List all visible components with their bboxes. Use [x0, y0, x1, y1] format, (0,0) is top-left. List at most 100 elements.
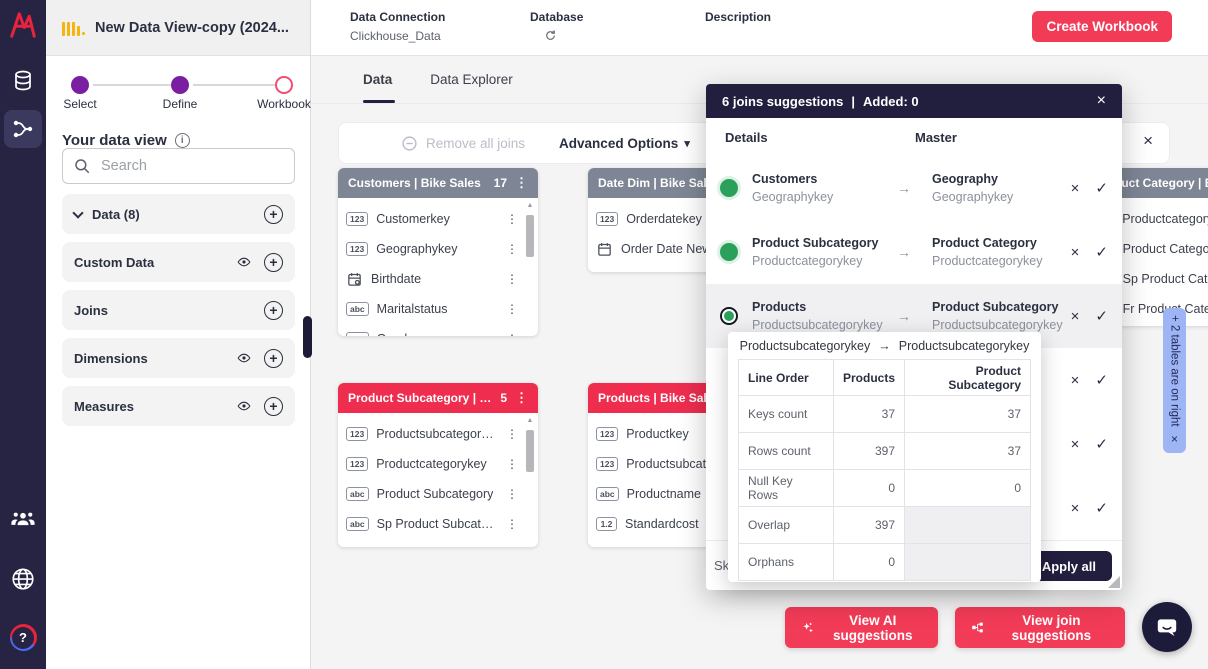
- detail-table: Customers: [752, 172, 890, 186]
- accept-join-icon[interactable]: ✓: [1095, 435, 1108, 453]
- modal-resize-handle[interactable]: [1108, 576, 1120, 588]
- table-card-product-subcategory[interactable]: Product Subcategory | Bike Sales 5 ⋮ 123…: [338, 383, 538, 547]
- database-icon[interactable]: [8, 66, 38, 96]
- field-name: Sp Product Category: [1123, 272, 1208, 286]
- step-select-circle[interactable]: [71, 76, 89, 94]
- chat-launcher[interactable]: [1142, 602, 1192, 652]
- reject-join-icon[interactable]: ×: [1071, 436, 1080, 453]
- master-key: Productcategorykey: [932, 254, 1064, 268]
- section-label: Custom Data: [74, 255, 154, 270]
- step-define-circle[interactable]: [171, 76, 189, 94]
- kebab-icon[interactable]: ⋮: [506, 272, 518, 286]
- panel-resize-handle[interactable]: [303, 316, 312, 358]
- field-row[interactable]: 123Geographykey⋮: [338, 234, 538, 264]
- remove-all-joins-button[interactable]: Remove all joins: [401, 135, 525, 152]
- kebab-icon[interactable]: ⋮: [506, 302, 518, 316]
- view-join-suggestions-label: View join suggestions: [994, 613, 1109, 643]
- add-icon[interactable]: +: [264, 301, 283, 320]
- accept-join-icon[interactable]: ✓: [1095, 371, 1108, 389]
- section-label: Data (8): [92, 207, 140, 222]
- field-row[interactable]: 123Productsubcategorykey⋮: [338, 419, 538, 449]
- view-ai-suggestions-button[interactable]: View AI suggestions: [785, 607, 938, 648]
- globe-icon[interactable]: [8, 564, 38, 594]
- view-join-suggestions-button[interactable]: View join suggestions: [955, 607, 1125, 648]
- kebab-icon[interactable]: ⋮: [506, 457, 518, 471]
- accept-join-icon[interactable]: ✓: [1095, 179, 1108, 197]
- kebab-icon[interactable]: ⋮: [506, 487, 518, 501]
- scroll-thumb[interactable]: [526, 430, 534, 472]
- data-connection-label: Data Connection: [350, 10, 445, 24]
- field-row[interactable]: 123Productcategorykey⋮: [338, 449, 538, 479]
- card-scrollbar[interactable]: ▲▼: [524, 202, 536, 336]
- decimal-type-icon: 1.2: [596, 517, 617, 532]
- add-icon[interactable]: +: [264, 253, 283, 272]
- accept-join-icon[interactable]: ✓: [1095, 307, 1108, 325]
- scroll-up-icon[interactable]: ▲: [527, 417, 534, 424]
- create-workbook-button[interactable]: Create Workbook: [1032, 11, 1172, 42]
- card-scrollbar[interactable]: ▲▼: [524, 417, 536, 547]
- add-icon[interactable]: +: [264, 205, 283, 224]
- field-row[interactable]: Birthdate⋮: [338, 264, 538, 294]
- field-name: Product Subcategory: [377, 487, 494, 501]
- kebab-icon[interactable]: ⋮: [515, 390, 528, 406]
- sidebar-section-data[interactable]: Data (8) +: [62, 194, 295, 234]
- kebab-icon[interactable]: ⋮: [515, 175, 528, 191]
- tab-data[interactable]: Data: [363, 56, 392, 103]
- users-icon[interactable]: [8, 504, 38, 534]
- eye-icon[interactable]: [234, 351, 254, 365]
- join-suggestion-row[interactable]: Product SubcategoryProductcategorykey → …: [706, 220, 1122, 284]
- field-row[interactable]: abcProduct Subcategory⋮: [338, 479, 538, 509]
- modal-close-icon[interactable]: ×: [1097, 92, 1106, 110]
- sidebar-section-custom-data[interactable]: Custom Data +: [62, 242, 295, 282]
- your-data-view-title: Your data view: [62, 132, 167, 149]
- field-row[interactable]: abcMaritalstatus⋮: [338, 294, 538, 324]
- table-card-header[interactable]: Product Subcategory | Bike Sales 5 ⋮: [338, 383, 538, 413]
- field-row[interactable]: abcGender⋮: [338, 324, 538, 336]
- step-workbook-circle[interactable]: [275, 76, 293, 94]
- close-canvas-icon[interactable]: ×: [1143, 131, 1153, 151]
- kebab-icon[interactable]: ⋮: [506, 427, 518, 441]
- kebab-icon[interactable]: ⋮: [506, 332, 518, 336]
- advanced-options-button[interactable]: Advanced Options ▾: [559, 136, 690, 151]
- scroll-up-icon[interactable]: ▲: [527, 202, 534, 209]
- table-card-header[interactable]: Customers | Bike Sales 17 ⋮: [338, 168, 538, 198]
- add-icon[interactable]: +: [264, 397, 283, 416]
- chevron-down-icon[interactable]: [72, 207, 83, 218]
- data-model-nav-active[interactable]: [4, 110, 42, 148]
- reject-join-icon[interactable]: ×: [1071, 372, 1080, 389]
- field-row[interactable]: abcFr Product Subcategory⋮: [338, 539, 538, 547]
- accept-join-icon[interactable]: ✓: [1095, 499, 1108, 517]
- tab-data-explorer[interactable]: Data Explorer: [430, 56, 513, 103]
- field-name: Product Category: [1123, 242, 1208, 256]
- tables-right-badge[interactable]: + 2 tables are on right ×: [1163, 308, 1186, 453]
- field-row[interactable]: abcSp Product Subcategory⋮: [338, 509, 538, 539]
- search-input[interactable]: [101, 158, 271, 174]
- reject-join-icon[interactable]: ×: [1071, 500, 1080, 517]
- kebab-icon[interactable]: ⋮: [506, 517, 518, 531]
- kebab-icon[interactable]: ⋮: [506, 212, 518, 226]
- stat-value: 0: [834, 470, 905, 507]
- help-icon[interactable]: ?: [10, 624, 37, 651]
- stat-value: 397: [834, 507, 905, 544]
- reject-join-icon[interactable]: ×: [1071, 244, 1080, 261]
- eye-icon[interactable]: [234, 255, 254, 269]
- sidebar-section-dimensions[interactable]: Dimensions +: [62, 338, 295, 378]
- reject-join-icon[interactable]: ×: [1071, 308, 1080, 325]
- add-icon[interactable]: +: [264, 349, 283, 368]
- join-suggestion-row[interactable]: CustomersGeographykey → GeographyGeograp…: [706, 156, 1122, 220]
- table-card-customers[interactable]: Customers | Bike Sales 17 ⋮ 123Customerk…: [338, 168, 538, 336]
- field-row[interactable]: 123Customerkey⋮: [338, 204, 538, 234]
- reject-join-icon[interactable]: ×: [1071, 180, 1080, 197]
- eye-icon[interactable]: [234, 399, 254, 413]
- accept-join-icon[interactable]: ✓: [1095, 243, 1108, 261]
- tooltip-from-key: Productsubcategorykey: [740, 339, 871, 353]
- kebab-icon[interactable]: ⋮: [506, 242, 518, 256]
- close-icon[interactable]: ×: [1171, 432, 1178, 446]
- info-icon[interactable]: i: [175, 133, 190, 148]
- brand-logo-icon[interactable]: [8, 10, 38, 40]
- sidebar-section-measures[interactable]: Measures +: [62, 386, 295, 426]
- scroll-thumb[interactable]: [526, 215, 534, 257]
- sidebar-section-joins[interactable]: Joins +: [62, 290, 295, 330]
- arrow-icon: →: [890, 308, 918, 324]
- refresh-icon[interactable]: [544, 29, 557, 42]
